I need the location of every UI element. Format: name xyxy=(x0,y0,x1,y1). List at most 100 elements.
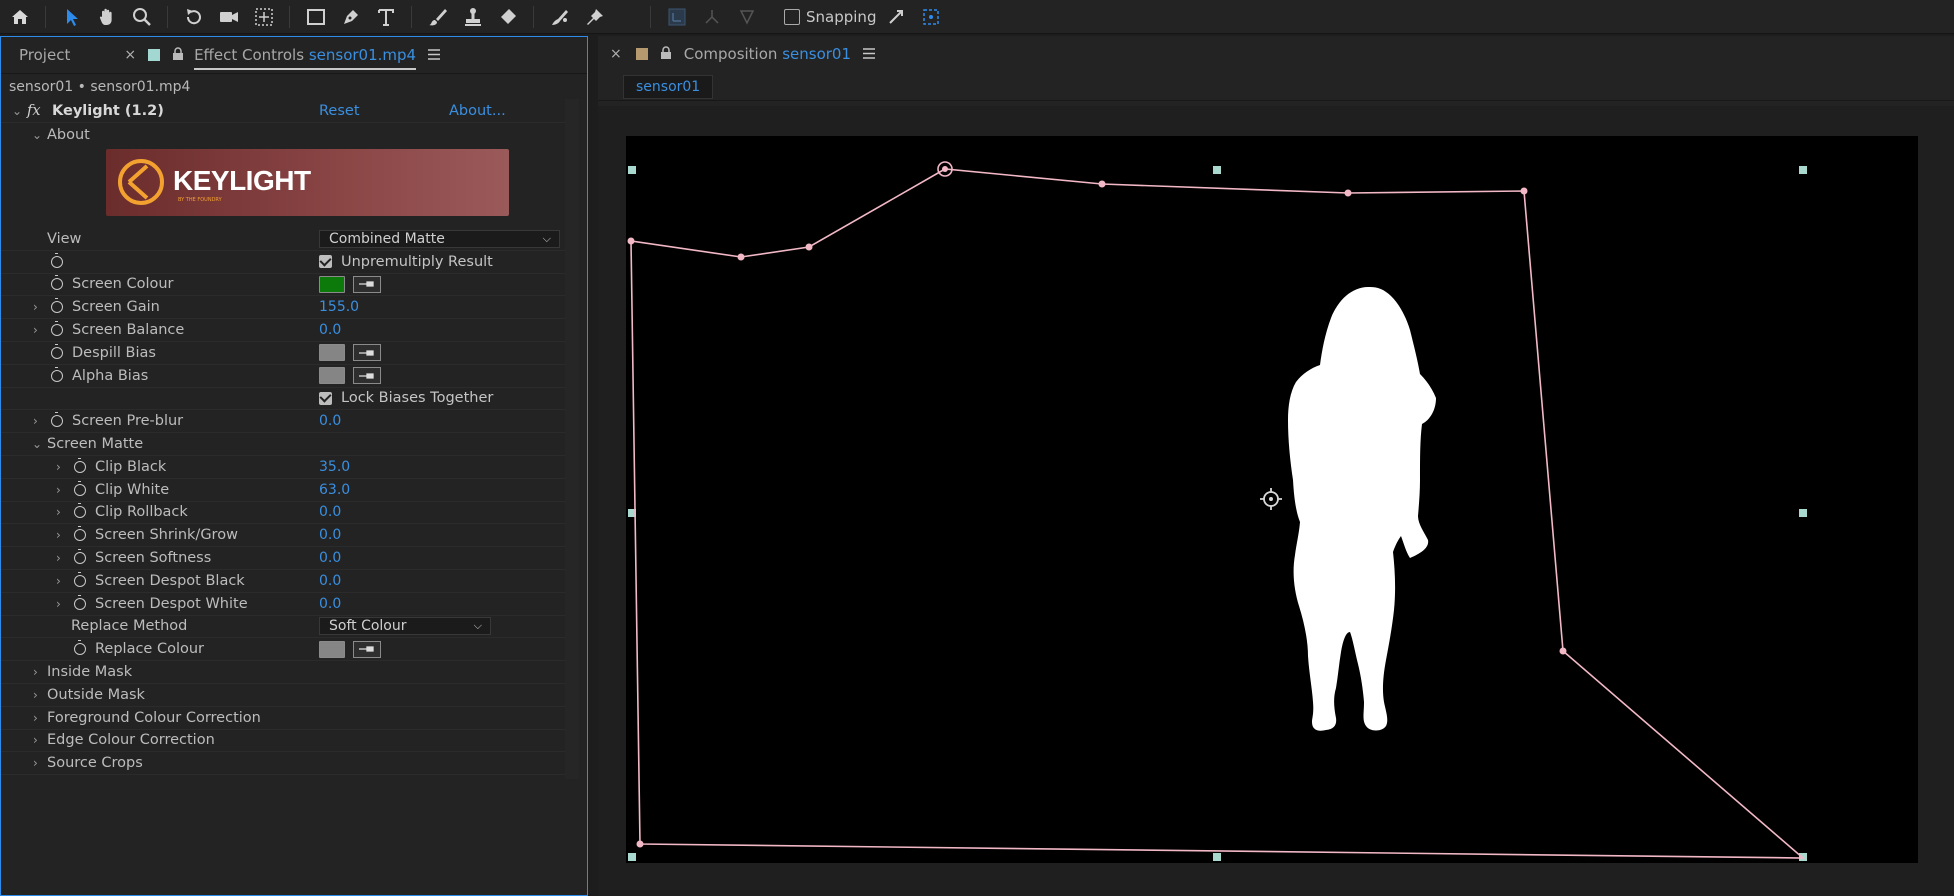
view-dropdown[interactable]: Combined Matte ⌵ xyxy=(319,229,560,248)
stopwatch-icon[interactable] xyxy=(51,252,63,268)
camera-icon[interactable] xyxy=(214,2,244,32)
stopwatch-icon[interactable] xyxy=(74,549,86,565)
panel-menu-icon[interactable] xyxy=(428,46,441,64)
stopwatch-icon[interactable] xyxy=(74,571,86,587)
screen-preblur-value[interactable]: 0.0 xyxy=(319,413,341,429)
clip-black-value[interactable]: 35.0 xyxy=(319,459,350,475)
param-group-screen-matte[interactable]: ⌄ Screen Matte xyxy=(1,433,567,456)
composition-canvas[interactable] xyxy=(626,136,1918,863)
snapping-toggle[interactable]: Snapping xyxy=(784,8,876,26)
lock-icon[interactable] xyxy=(172,46,184,64)
param-group-foreground-colour-correction[interactable]: › Foreground Colour Correction xyxy=(1,707,567,730)
screen-gain-value[interactable]: 155.0 xyxy=(319,299,359,315)
chevron-right-icon[interactable]: › xyxy=(33,711,38,725)
brush-icon[interactable] xyxy=(423,2,453,32)
stopwatch-icon[interactable] xyxy=(51,275,63,291)
home-icon[interactable] xyxy=(5,2,35,32)
param-group-edge-colour-correction[interactable]: › Edge Colour Correction xyxy=(1,730,567,753)
stopwatch-icon[interactable] xyxy=(51,343,63,359)
panel-scrollbar[interactable] xyxy=(565,99,579,779)
chevron-right-icon[interactable]: › xyxy=(33,414,38,428)
panel-menu-icon[interactable] xyxy=(863,45,875,63)
chevron-right-icon[interactable]: › xyxy=(56,551,61,565)
rectangle-icon[interactable] xyxy=(301,2,331,32)
chevron-right-icon[interactable]: › xyxy=(33,665,38,679)
chevron-right-icon[interactable]: › xyxy=(56,460,61,474)
despot-black-value[interactable]: 0.0 xyxy=(319,573,341,589)
clip-rollback-value[interactable]: 0.0 xyxy=(319,504,341,520)
eraser-icon[interactable] xyxy=(493,2,523,32)
snap-edges-icon[interactable] xyxy=(881,2,911,32)
hand-icon[interactable] xyxy=(92,2,122,32)
snap-target-icon[interactable] xyxy=(916,2,946,32)
chevron-right-icon[interactable]: › xyxy=(56,597,61,611)
pen-icon[interactable] xyxy=(336,2,366,32)
chevron-right-icon[interactable]: › xyxy=(56,505,61,519)
stopwatch-icon[interactable] xyxy=(74,503,86,519)
roto-brush-icon[interactable] xyxy=(545,2,575,32)
stopwatch-icon[interactable] xyxy=(74,457,86,473)
zoom-icon[interactable] xyxy=(127,2,157,32)
world-axis-icon[interactable] xyxy=(697,2,727,32)
type-icon[interactable] xyxy=(371,2,401,32)
chevron-down-icon[interactable]: ⌄ xyxy=(12,104,22,118)
puppet-pin-icon[interactable] xyxy=(580,2,610,32)
comp-breadcrumb[interactable]: sensor01 xyxy=(623,75,714,99)
selection-tool-icon[interactable] xyxy=(57,2,87,32)
replace-method-dropdown[interactable]: Soft Colour ⌵ xyxy=(319,617,491,636)
snapping-checkbox[interactable] xyxy=(784,8,800,25)
param-group-source-crops[interactable]: › Source Crops xyxy=(1,752,567,776)
replace-colour-swatch[interactable] xyxy=(319,640,345,658)
close-tab-icon[interactable]: × xyxy=(124,47,136,63)
chevron-right-icon[interactable]: › xyxy=(33,733,38,747)
eyedropper-icon[interactable] xyxy=(353,275,381,293)
chevron-down-icon[interactable]: ⌄ xyxy=(32,128,42,142)
stopwatch-icon[interactable] xyxy=(51,412,63,428)
screen-shrink-grow-value[interactable]: 0.0 xyxy=(319,527,341,543)
stopwatch-icon[interactable] xyxy=(74,480,86,496)
local-axis-icon[interactable] xyxy=(662,2,692,32)
param-group-inside-mask[interactable]: › Inside Mask xyxy=(1,661,567,684)
view-axis-icon[interactable] xyxy=(732,2,762,32)
stopwatch-icon[interactable] xyxy=(74,526,86,542)
composition-viewer[interactable] xyxy=(598,106,1954,896)
unpremultiply-checkbox[interactable] xyxy=(319,255,332,269)
pan-behind-icon[interactable] xyxy=(249,2,279,32)
chevron-right-icon[interactable]: › xyxy=(56,574,61,588)
stopwatch-icon[interactable] xyxy=(74,640,86,656)
tab-project[interactable]: Project xyxy=(19,46,70,64)
chevron-right-icon[interactable]: › xyxy=(33,688,38,702)
eyedropper-icon[interactable] xyxy=(353,344,381,362)
tab-composition[interactable]: Composition sensor01 xyxy=(684,45,851,63)
despot-white-value[interactable]: 0.0 xyxy=(319,596,341,612)
alpha-bias-swatch[interactable] xyxy=(319,367,345,385)
fx-icon[interactable]: fx xyxy=(27,103,41,119)
about-row[interactable]: ⌄ About xyxy=(1,123,567,146)
chevron-right-icon[interactable]: › xyxy=(56,483,61,497)
rotate-icon[interactable] xyxy=(179,2,209,32)
chevron-right-icon[interactable]: › xyxy=(33,756,38,770)
screen-softness-value[interactable]: 0.0 xyxy=(319,550,341,566)
stopwatch-icon[interactable] xyxy=(51,321,63,337)
tab-effect-controls[interactable]: Effect Controls sensor01.mp4 xyxy=(194,46,417,70)
chevron-right-icon[interactable]: › xyxy=(33,300,38,314)
param-group-outside-mask[interactable]: › Outside Mask xyxy=(1,684,567,707)
screen-colour-swatch[interactable] xyxy=(319,275,345,293)
close-tab-icon[interactable]: × xyxy=(610,46,622,62)
chevron-down-icon[interactable]: ⌄ xyxy=(32,437,42,451)
despill-bias-swatch[interactable] xyxy=(319,344,345,362)
chevron-right-icon[interactable]: › xyxy=(56,528,61,542)
chevron-right-icon[interactable]: › xyxy=(33,323,38,337)
lock-biases-checkbox[interactable] xyxy=(319,391,332,405)
clone-stamp-icon[interactable] xyxy=(458,2,488,32)
lock-icon[interactable] xyxy=(660,45,672,63)
stopwatch-icon[interactable] xyxy=(74,594,86,610)
stopwatch-icon[interactable] xyxy=(51,298,63,314)
screen-balance-value[interactable]: 0.0 xyxy=(319,322,341,338)
reset-link[interactable]: Reset xyxy=(319,103,360,119)
clip-white-value[interactable]: 63.0 xyxy=(319,482,350,498)
about-link[interactable]: About... xyxy=(449,103,506,119)
eyedropper-icon[interactable] xyxy=(353,367,381,385)
eyedropper-icon[interactable] xyxy=(353,640,381,658)
stopwatch-icon[interactable] xyxy=(51,366,63,382)
